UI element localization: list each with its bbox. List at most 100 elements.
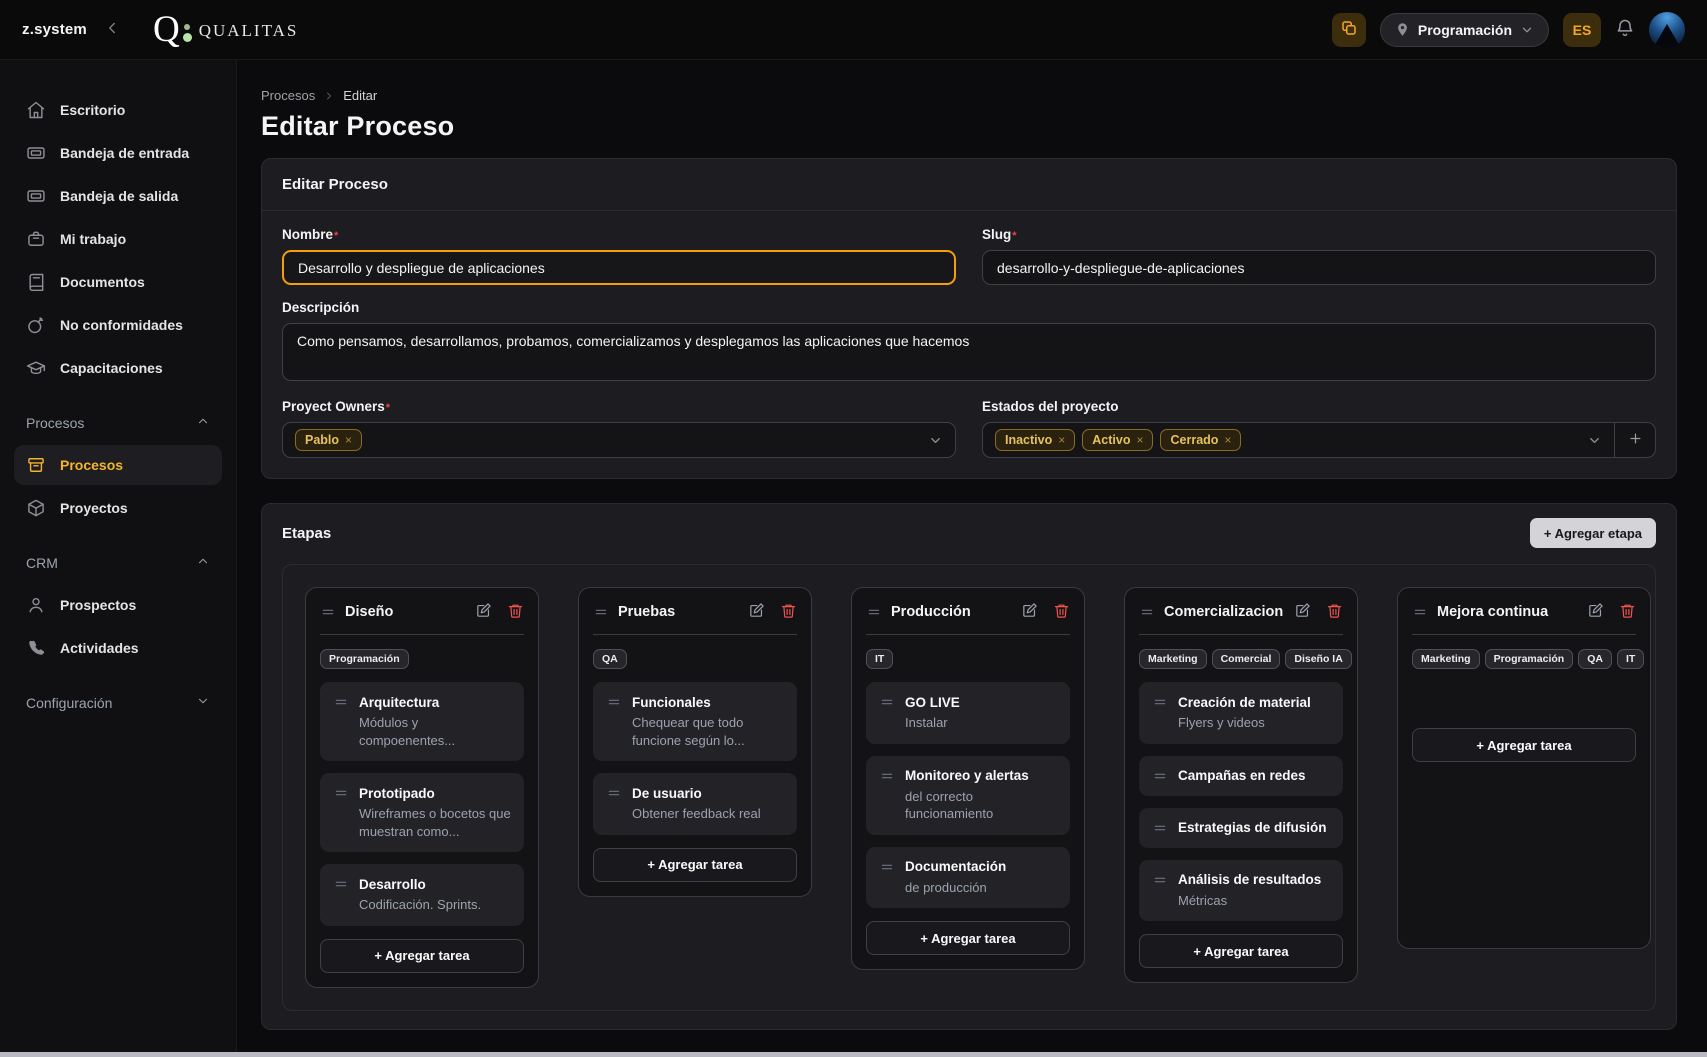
app-window: z.system Q QUALITAS P bbox=[0, 0, 1707, 1057]
edit-stage-button[interactable] bbox=[748, 602, 765, 622]
add-task-button[interactable]: + Agregar tarea bbox=[593, 848, 797, 882]
sidebar-item-bandeja-de-salida[interactable]: Bandeja de salida bbox=[14, 176, 222, 216]
descripcion-input[interactable]: Como pensamos, desarrollamos, probamos, … bbox=[282, 323, 1656, 381]
sidebar-item-escritorio[interactable]: Escritorio bbox=[14, 90, 222, 130]
drag-handle-icon[interactable] bbox=[879, 859, 895, 875]
drag-handle-icon[interactable] bbox=[1412, 604, 1428, 620]
drag-handle-icon[interactable] bbox=[1152, 694, 1168, 710]
sidebar-item-prospectos[interactable]: Prospectos bbox=[14, 585, 222, 625]
remove-tag-icon[interactable]: × bbox=[1058, 433, 1065, 447]
delete-stage-button[interactable] bbox=[1326, 602, 1343, 622]
stage-tag-programacion: Programación bbox=[320, 649, 409, 669]
stage-tag-marketing: Marketing bbox=[1412, 649, 1480, 669]
owners-select[interactable]: Pablo× bbox=[282, 422, 956, 458]
task-card-analisis-de-resultados[interactable]: Análisis de resultadosMétricas bbox=[1139, 860, 1343, 922]
breadcrumb-item-editar[interactable]: Editar bbox=[343, 88, 377, 103]
add-task-button[interactable]: + Agregar tarea bbox=[866, 921, 1070, 955]
sidebar-item-procesos[interactable]: Procesos bbox=[14, 445, 222, 485]
task-card-campanas-en-redes[interactable]: Campañas en redes bbox=[1139, 756, 1343, 796]
task-title: Documentación bbox=[905, 859, 1006, 874]
add-task-button[interactable]: + Agregar tarea bbox=[1412, 728, 1636, 762]
sidebar-item-mi-trabajo[interactable]: Mi trabajo bbox=[14, 219, 222, 259]
task-title: Prototipado bbox=[359, 786, 435, 801]
horizontal-scrollbar[interactable] bbox=[0, 1052, 1707, 1057]
pencil-icon bbox=[475, 602, 492, 622]
task-card-documentacion[interactable]: Documentaciónde producción bbox=[866, 847, 1070, 909]
task-card-funcionales[interactable]: FuncionalesChequear que todo funcione se… bbox=[593, 682, 797, 761]
drag-handle-icon[interactable] bbox=[1139, 604, 1155, 620]
edit-stage-button[interactable] bbox=[475, 602, 492, 622]
sidebar-item-label: Capacitaciones bbox=[60, 360, 163, 376]
drag-handle-icon[interactable] bbox=[1152, 768, 1168, 784]
drag-handle-icon[interactable] bbox=[606, 785, 622, 801]
edit-stage-button[interactable] bbox=[1294, 602, 1311, 622]
task-card-arquitectura[interactable]: ArquitecturaMódulos y compoenentes... bbox=[320, 682, 524, 761]
remove-tag-icon[interactable]: × bbox=[1136, 433, 1143, 447]
sidebar-item-capacitaciones[interactable]: Capacitaciones bbox=[14, 348, 222, 388]
task-card-desarrollo[interactable]: DesarrolloCodificación. Sprints. bbox=[320, 864, 524, 926]
estados-label: Estados del proyecto bbox=[982, 399, 1656, 414]
add-task-button[interactable]: + Agregar tarea bbox=[1139, 934, 1343, 968]
drag-handle-icon[interactable] bbox=[333, 694, 349, 710]
sidebar-item-actividades[interactable]: Actividades bbox=[14, 628, 222, 668]
workspace-selector[interactable]: Programación bbox=[1380, 13, 1549, 47]
drag-handle-icon[interactable] bbox=[866, 604, 882, 620]
copy-workspace-button[interactable] bbox=[1332, 13, 1366, 47]
drag-handle-icon[interactable] bbox=[1152, 820, 1168, 836]
stage-column-pruebas: PruebasQAFuncionalesChequear que todo fu… bbox=[578, 587, 812, 897]
task-description: Módulos y compoenentes... bbox=[359, 714, 511, 749]
drag-handle-icon[interactable] bbox=[333, 876, 349, 892]
delete-stage-button[interactable] bbox=[1619, 602, 1636, 622]
edit-stage-button[interactable] bbox=[1021, 602, 1038, 622]
sidebar-item-no-conformidades[interactable]: No conformidades bbox=[14, 305, 222, 345]
slug-input[interactable] bbox=[982, 250, 1656, 285]
stages-container: DiseñoProgramaciónArquitecturaMódulos y … bbox=[282, 564, 1656, 1011]
task-card-go-live[interactable]: GO LIVEInstalar bbox=[866, 682, 1070, 744]
user-avatar[interactable] bbox=[1649, 12, 1685, 48]
sidebar-section-crm[interactable]: CRM bbox=[14, 554, 222, 571]
drag-handle-icon[interactable] bbox=[333, 785, 349, 801]
chevron-down-icon bbox=[928, 433, 943, 448]
section-label: Configuración bbox=[26, 695, 112, 711]
task-card-monitoreo-y-alertas[interactable]: Monitoreo y alertasdel correcto funciona… bbox=[866, 756, 1070, 835]
task-card-creacion-de-material[interactable]: Creación de materialFlyers y videos bbox=[1139, 682, 1343, 744]
drag-handle-icon[interactable] bbox=[320, 604, 336, 620]
drag-handle-icon[interactable] bbox=[879, 768, 895, 784]
stage-column-produccion: ProducciónITGO LIVEInstalarMonitoreo y a… bbox=[851, 587, 1085, 970]
delete-stage-button[interactable] bbox=[1053, 602, 1070, 622]
pencil-icon bbox=[748, 602, 765, 622]
breadcrumb-item-procesos[interactable]: Procesos bbox=[261, 88, 315, 103]
divider bbox=[1412, 634, 1636, 635]
remove-tag-icon[interactable]: × bbox=[1224, 433, 1231, 447]
tag-label: Cerrado bbox=[1170, 433, 1218, 447]
task-description: Instalar bbox=[905, 714, 1057, 732]
notifications-button[interactable] bbox=[1615, 18, 1635, 41]
drag-handle-icon[interactable] bbox=[1152, 872, 1168, 888]
drag-handle-icon[interactable] bbox=[879, 694, 895, 710]
sidebar-item-documentos[interactable]: Documentos bbox=[14, 262, 222, 302]
locale-badge[interactable]: ES bbox=[1563, 13, 1601, 47]
add-task-button[interactable]: + Agregar tarea bbox=[320, 939, 524, 973]
chevron-up-icon bbox=[196, 554, 210, 571]
breadcrumb: Procesos Editar bbox=[261, 88, 1677, 103]
estados-select[interactable]: Inactivo×Activo×Cerrado× bbox=[982, 422, 1656, 458]
add-estado-button[interactable] bbox=[1615, 423, 1655, 457]
sidebar-section-configuracion[interactable]: Configuración bbox=[14, 694, 222, 711]
drag-handle-icon[interactable] bbox=[606, 694, 622, 710]
delete-stage-button[interactable] bbox=[507, 602, 524, 622]
sidebar-item-proyectos[interactable]: Proyectos bbox=[14, 488, 222, 528]
sidebar-item-label: Bandeja de entrada bbox=[60, 145, 189, 161]
delete-stage-button[interactable] bbox=[780, 602, 797, 622]
edit-stage-button[interactable] bbox=[1587, 602, 1604, 622]
sidebar-item-bandeja-de-entrada[interactable]: Bandeja de entrada bbox=[14, 133, 222, 173]
drag-handle-icon[interactable] bbox=[593, 604, 609, 620]
trash-icon bbox=[780, 602, 797, 622]
add-stage-button[interactable]: + Agregar etapa bbox=[1530, 518, 1656, 548]
sidebar-section-procesos[interactable]: Procesos bbox=[14, 414, 222, 431]
remove-tag-icon[interactable]: × bbox=[345, 433, 352, 447]
task-card-estrategias-de-difusion[interactable]: Estrategias de difusión bbox=[1139, 808, 1343, 848]
nombre-input[interactable] bbox=[282, 250, 956, 285]
task-card-prototipado[interactable]: PrototipadoWireframes o bocetos que mues… bbox=[320, 773, 524, 852]
sidebar-collapse-button[interactable] bbox=[103, 19, 121, 40]
task-card-de-usuario[interactable]: De usuarioObtener feedback real bbox=[593, 773, 797, 835]
